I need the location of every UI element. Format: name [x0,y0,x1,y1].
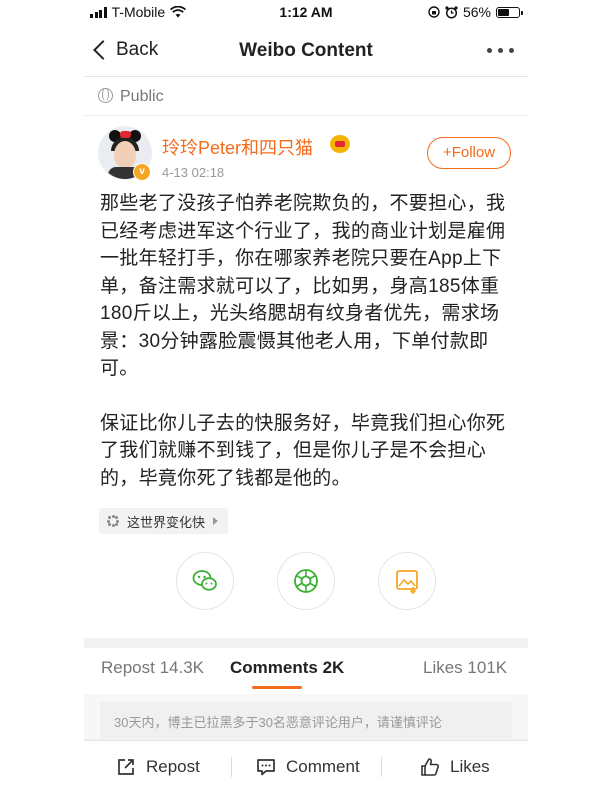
weibo-screen: T-Mobile 1:12 AM 56% Back Weibo Content … [84,0,528,792]
divider [381,757,382,777]
comment-icon [257,759,275,776]
save-image-icon [396,570,418,595]
like-button[interactable]: Likes [420,757,490,777]
topic-chip[interactable]: 这世界变化快 [99,508,229,534]
globe-icon [98,88,113,103]
comment-notice: 30天内，博主已拉黑多于30名恶意评论用户，请谨慎评论 [100,702,512,738]
verified-badge-icon: v [133,163,151,181]
section-divider [84,638,528,648]
status-bar: T-Mobile 1:12 AM 56% [84,0,528,26]
topic-icon [107,515,119,527]
share-wechat-button[interactable] [176,552,234,610]
username[interactable]: 玲玲Peter和四只猫 [162,134,313,160]
tab-comments[interactable]: Comments 2K [230,658,344,678]
chevron-right-icon [213,517,219,525]
alarm-icon [445,5,458,19]
repost-icon [118,759,134,775]
rotation-lock-icon [428,6,440,18]
save-image-button[interactable] [378,552,436,610]
tab-likes[interactable]: Likes 101K [423,658,507,678]
share-moments-button[interactable] [277,552,335,610]
repost-label: Repost [146,757,200,776]
comment-label: Comment [286,757,360,776]
feedback-tabs: Repost 14.3K Comments 2K Likes 101K [84,648,528,692]
comment-notice-text: 30天内，博主已拉黑多于30名恶意评论用户，请谨慎评论 [114,715,442,730]
post-paragraph: 保证比你儿子去的快服务好，毕竟我们担心你死了我们就赚不到钱了，但是你儿子是不会担… [100,412,506,489]
battery-percent: 56% [462,4,491,20]
visibility-row: Public [84,77,528,116]
nav-bar: Back Weibo Content [84,26,528,77]
page-title: Weibo Content [239,40,373,61]
battery-icon [496,6,523,18]
comment-button[interactable]: Comment [256,757,360,777]
repost-button[interactable]: Repost [116,757,200,777]
follow-button[interactable]: +Follow [427,137,511,169]
likes-label: Likes [450,757,490,776]
visibility-label: Public [120,88,164,105]
active-tab-indicator [252,686,302,689]
tab-repost[interactable]: Repost 14.3K [101,658,204,678]
post-text: 那些老了没孩子怕养老院欺负的，不要担心，我已经考虑进军这个行业了，我的商业计划是… [100,190,516,492]
post-timestamp: 4-13 02:18 [162,165,225,180]
topic-label: 这世界变化快 [127,514,206,530]
thumbs-up-icon [421,758,439,776]
wechat-icon [192,570,217,591]
post-paragraph: 那些老了没孩子怕养老院欺负的，不要担心，我已经考虑进军这个行业了，我的商业计划是… [100,193,506,379]
divider [231,757,232,777]
bottom-action-bar: Repost Comment Likes [84,740,528,792]
vip-crown-icon [330,135,350,153]
more-options-button[interactable] [487,48,514,53]
moments-icon [294,569,318,593]
